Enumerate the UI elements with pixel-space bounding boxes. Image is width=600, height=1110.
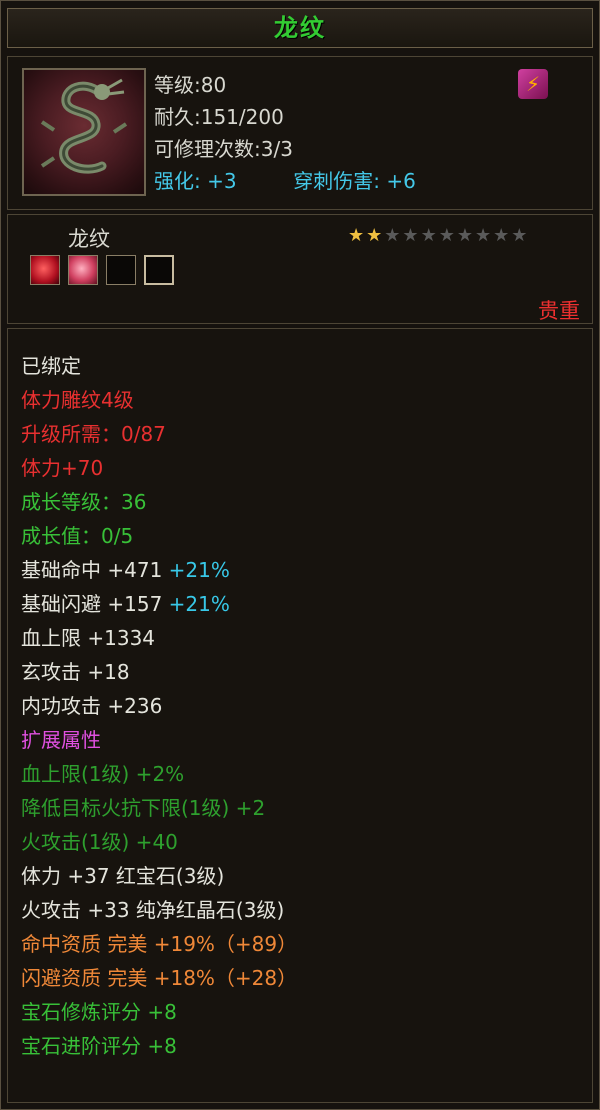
pierce-text: 穿刺伤害: +6 [293, 169, 416, 193]
enhance-line: 强化: +3 穿刺伤害: +6 [154, 165, 416, 197]
dodge-text: 基础闪避 +157 [21, 592, 163, 616]
item-summary: 龙纹 ★★★★★★★★★★ 贵重 [7, 214, 593, 324]
gem-attr-2: 火攻击 +33 纯净红晶石(3级) [21, 898, 285, 922]
ext-attr-3: 火攻击(1级) +40 [21, 830, 178, 854]
star-empty-icon: ★ [456, 225, 475, 246]
durability-text: 耐久:151/200 [154, 105, 284, 129]
dodge-pct: +21% [168, 592, 230, 616]
star-empty-icon: ★ [420, 225, 439, 246]
stats-block: 等级:80 耐久:151/200 可修理次数:3/3 强化: +3 穿刺伤害: … [154, 69, 416, 197]
hp-attr: 血上限 +1334 [21, 626, 156, 650]
dragon-item-icon[interactable] [22, 68, 146, 196]
item-header: 等级:80 耐久:151/200 可修理次数:3/3 强化: +3 穿刺伤害: … [7, 56, 593, 210]
hit-attr: 基础命中 +471 +21% [21, 553, 592, 587]
star-empty-icon: ★ [511, 225, 530, 246]
rarity-label: 贵重 [538, 299, 580, 323]
star-filled-icon: ★ [348, 225, 367, 246]
star-empty-icon: ★ [384, 225, 403, 246]
inner-attr: 内功攻击 +236 [21, 694, 163, 718]
ext-attr-1: 血上限(1级) +2% [21, 762, 185, 786]
gem-attr-1: 体力 +37 红宝石(3级) [21, 864, 225, 888]
item-name: 龙纹 [68, 227, 110, 251]
enhance-text: 强化: +3 [154, 169, 237, 193]
gem-slot-pink-icon[interactable] [68, 255, 98, 285]
star-filled-icon: ★ [366, 225, 385, 246]
item-title: 龙纹 [274, 14, 326, 42]
hit-text: 基础命中 +471 [21, 558, 163, 582]
star-rating: ★★★★★★★★★★ [348, 225, 529, 246]
gem-slot-empty[interactable] [106, 255, 136, 285]
star-empty-icon: ★ [493, 225, 512, 246]
score-advance: 宝石进阶评分 +8 [21, 1034, 177, 1058]
ext-title: 扩展属性 [21, 728, 101, 752]
star-empty-icon: ★ [438, 225, 457, 246]
hit-pct: +21% [168, 558, 230, 582]
score-refine: 宝石修炼评分 +8 [21, 1000, 177, 1024]
title-bar: 龙纹 [7, 8, 593, 48]
level-text: 等级:80 [154, 73, 227, 97]
quality-dodge: 闪避资质 完美 +18%（+28） [21, 966, 298, 990]
mystic-attr: 玄攻击 +18 [21, 660, 130, 684]
grow-level-attr: 成长等级：36 [21, 490, 147, 514]
gem-slot-empty-framed[interactable] [144, 255, 174, 285]
ext-attr-2: 降低目标火抗下限(1级) +2 [21, 796, 266, 820]
star-empty-icon: ★ [474, 225, 494, 246]
dodge-attr: 基础闪避 +157 +21% [21, 587, 592, 621]
vit-attr: 体力+70 [21, 456, 104, 480]
carve-attr: 体力雕纹4级 [21, 388, 134, 412]
repair-count-text: 可修理次数:3/3 [154, 137, 293, 161]
attribute-list: 已绑定 体力雕纹4级 升级所需：0/87 体力+70 成长等级：36 成长值：0… [7, 328, 593, 1103]
grow-value-attr: 成长值：0/5 [21, 524, 134, 548]
star-empty-icon: ★ [402, 225, 421, 246]
quality-hit: 命中资质 完美 +19%（+89） [21, 932, 298, 956]
upgrade-attr: 升级所需：0/87 [21, 422, 166, 446]
bound-status: 已绑定 [21, 354, 81, 378]
gem-slot-red-icon[interactable] [30, 255, 60, 285]
item-tooltip: 龙纹 等级:80 耐久:151/200 可修理次数:3/3 强化: +3 穿刺伤… [0, 0, 600, 1110]
dragon-badge-icon[interactable]: ⚡ [518, 69, 548, 99]
